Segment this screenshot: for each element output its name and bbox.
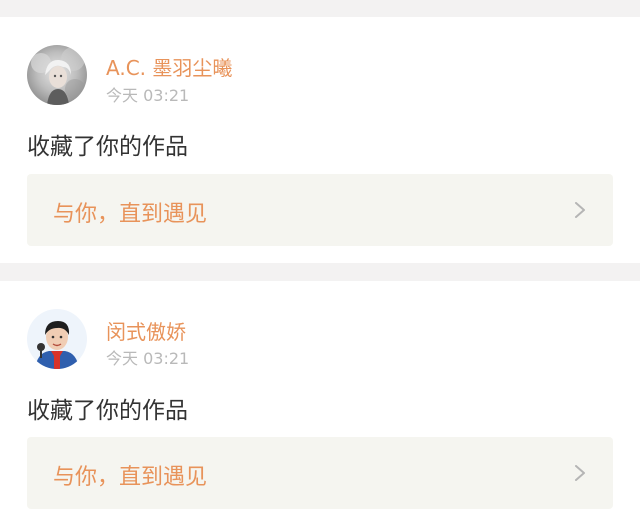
user-avatar[interactable]: [27, 45, 87, 105]
chevron-right-icon: [575, 202, 585, 218]
username[interactable]: 闵式傲娇: [106, 316, 186, 345]
timestamp: 今天 03:21: [106, 349, 190, 368]
avatar-silver-hair-icon: [27, 45, 87, 105]
username[interactable]: A.C. 墨羽尘曦: [106, 52, 232, 81]
work-link-card[interactable]: 与你，直到遇见: [27, 437, 613, 509]
user-avatar[interactable]: [27, 309, 87, 369]
work-title: 与你，直到遇见: [53, 465, 208, 490]
chevron-right-icon: [575, 465, 585, 481]
notification-card: A.C. 墨羽尘曦 今天 03:21 收藏了你的作品 与你，直到遇见: [0, 17, 640, 263]
action-text: 收藏了你的作品: [27, 134, 188, 160]
notification-card: 闵式傲娇 今天 03:21 收藏了你的作品 与你，直到遇见: [0, 281, 640, 527]
avatar-singer-icon: [27, 309, 87, 369]
work-title: 与你，直到遇见: [53, 202, 208, 227]
timestamp: 今天 03:21: [106, 86, 190, 105]
work-link-card[interactable]: 与你，直到遇见: [27, 174, 613, 246]
action-text: 收藏了你的作品: [27, 398, 188, 424]
notification-list: A.C. 墨羽尘曦 今天 03:21 收藏了你的作品 与你，直到遇见 闵式傲娇 …: [0, 0, 640, 527]
